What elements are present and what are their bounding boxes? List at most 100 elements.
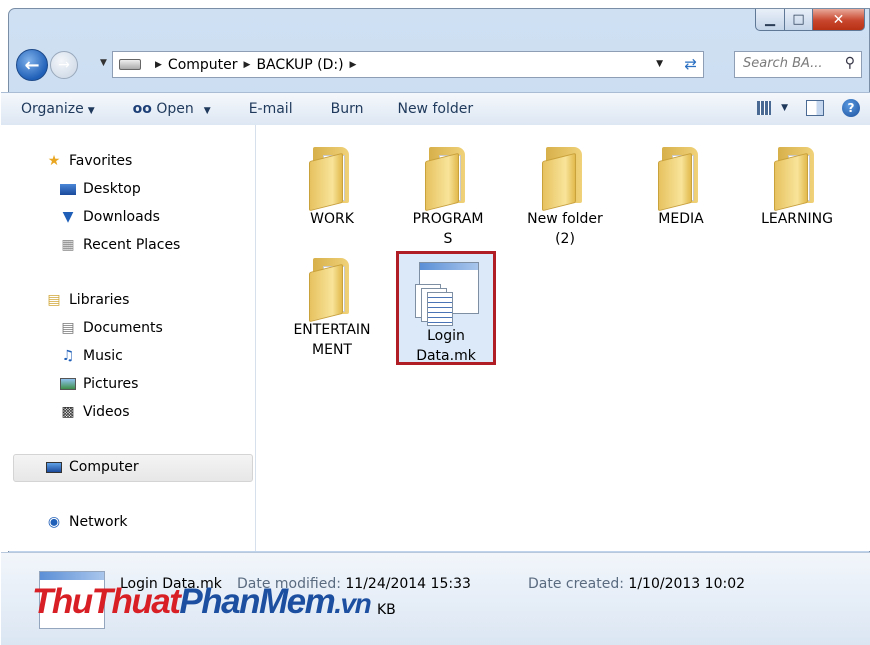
- open-icon: oo: [132, 101, 152, 117]
- nav-documents[interactable]: ▤ Documents: [59, 320, 162, 336]
- pictures-icon: [59, 376, 77, 392]
- recent-pages-dropdown-icon[interactable]: ▼: [100, 58, 107, 68]
- watermark-part2: PhanMem: [179, 582, 335, 621]
- star-icon: ★: [47, 153, 61, 169]
- address-bar[interactable]: ▶ Computer ▶ BACKUP (D:) ▶ ▼ ⇄: [112, 51, 704, 78]
- computer-icon: [45, 459, 63, 475]
- nav-computer-label: Computer: [69, 459, 139, 475]
- folder-work[interactable]: WORK: [282, 147, 382, 229]
- toolbar-right-group: ▼ ?: [757, 99, 860, 117]
- folder-label: LEARNING: [761, 211, 833, 227]
- navigation-bar: ← → ▼ ▶ Computer ▶ BACKUP (D:) ▶ ▼ ⇄ Sea…: [10, 46, 870, 84]
- nav-pictures-label: Pictures: [83, 376, 139, 392]
- navigation-pane: ★ Favorites Desktop ▼ Downloads ▦ Recent Pl…: [1, 125, 256, 551]
- nav-music[interactable]: ♫ Music: [59, 348, 123, 364]
- documents-icon: ▤: [61, 320, 75, 336]
- folder-label: (2): [555, 231, 575, 247]
- nav-recent-places[interactable]: ▦ Recent Places: [59, 237, 180, 253]
- burn-button[interactable]: Burn: [331, 101, 364, 117]
- window-controls: ▁ □ ✕: [755, 9, 865, 35]
- open-label: Open: [156, 101, 194, 117]
- folder-learning[interactable]: LEARNING: [747, 147, 847, 229]
- back-arrow-icon[interactable]: ←: [16, 49, 48, 81]
- nav-libraries[interactable]: ▤ Libraries: [45, 292, 129, 308]
- breadcrumb-separator-icon[interactable]: ▶: [155, 60, 162, 70]
- file-label: Login: [427, 328, 465, 344]
- application-file-icon: [415, 262, 479, 326]
- command-toolbar: Organize ▼ oo Open ▼ E-mail Burn New folde…: [1, 92, 870, 126]
- nav-network[interactable]: ◉ Network: [45, 514, 128, 530]
- details-date-created: Date created: 1/10/2013 10:02: [528, 576, 745, 592]
- nav-downloads[interactable]: ▼ Downloads: [59, 209, 160, 225]
- folder-icon: [309, 147, 355, 212]
- breadcrumb-separator-icon[interactable]: ▶: [350, 60, 357, 70]
- music-icon: ♫: [61, 348, 75, 364]
- chevron-down-icon: ▼: [87, 106, 95, 116]
- nav-videos-label: Videos: [83, 404, 130, 420]
- organize-button[interactable]: Organize ▼: [21, 101, 95, 117]
- minimize-button[interactable]: ▁: [755, 9, 785, 31]
- watermark-logo: ThuThuatPhanMem.vn: [32, 582, 372, 622]
- folder-label: New folder: [527, 211, 603, 227]
- folder-label: S: [443, 231, 453, 247]
- desktop-icon: [59, 181, 77, 197]
- folder-icon: [774, 147, 820, 212]
- libraries-icon: ▤: [47, 292, 61, 308]
- folder-icon: [425, 147, 471, 212]
- nav-favorites-label: Favorites: [69, 153, 133, 169]
- maximize-button[interactable]: □: [785, 9, 813, 31]
- file-list: WORK PROGRAM S New folder (2) MEDIA LEAR…: [256, 125, 870, 551]
- nav-favorites[interactable]: ★ Favorites: [45, 153, 133, 169]
- nav-network-label: Network: [69, 514, 128, 530]
- nav-libraries-label: Libraries: [69, 292, 130, 308]
- chevron-down-icon: ▼: [203, 106, 211, 116]
- date-created-label: Date created:: [528, 576, 624, 592]
- email-button[interactable]: E-mail: [249, 101, 293, 117]
- preview-pane-icon[interactable]: [806, 100, 824, 116]
- nav-desktop-label: Desktop: [83, 181, 141, 197]
- refresh-icon[interactable]: ⇄: [684, 55, 697, 73]
- selected-file-login-data[interactable]: Login Data.mk: [396, 251, 496, 365]
- nav-music-label: Music: [83, 348, 123, 364]
- folder-icon: [309, 258, 355, 323]
- folder-icon: [542, 147, 588, 212]
- folder-label: ENTERTAIN: [293, 322, 371, 338]
- nav-desktop[interactable]: Desktop: [59, 181, 141, 197]
- folder-label: MEDIA: [658, 211, 704, 227]
- nav-computer[interactable]: Computer: [45, 459, 139, 475]
- search-placeholder: Search BA...: [743, 56, 823, 71]
- file-label: Data.mk: [416, 348, 476, 364]
- folder-programs[interactable]: PROGRAM S: [398, 147, 498, 249]
- folder-new-folder-2[interactable]: New folder (2): [515, 147, 615, 249]
- folder-label: WORK: [310, 211, 354, 227]
- search-icon[interactable]: ⚲: [845, 55, 855, 71]
- watermark-part3: .vn: [334, 588, 371, 619]
- help-icon[interactable]: ?: [842, 99, 860, 117]
- search-input[interactable]: Search BA... ⚲: [734, 51, 862, 78]
- breadcrumb-separator-icon[interactable]: ▶: [244, 60, 251, 70]
- folder-media[interactable]: MEDIA: [631, 147, 731, 229]
- address-dropdown-icon[interactable]: ▼: [656, 59, 663, 69]
- network-icon: ◉: [47, 514, 61, 530]
- date-created-value: 1/10/2013 10:02: [628, 576, 746, 592]
- folder-label: PROGRAM: [412, 211, 484, 227]
- drive-icon: [119, 59, 141, 70]
- videos-icon: ▩: [61, 404, 75, 420]
- nav-pictures[interactable]: Pictures: [59, 376, 138, 392]
- nav-downloads-label: Downloads: [83, 209, 160, 225]
- folder-label: MENT: [312, 342, 352, 358]
- breadcrumb-backup-drive[interactable]: BACKUP (D:): [256, 57, 343, 73]
- details-size: KB: [377, 602, 396, 618]
- nav-videos[interactable]: ▩ Videos: [59, 404, 130, 420]
- change-view-icon[interactable]: [757, 101, 772, 115]
- folder-entertainment[interactable]: ENTERTAIN MENT: [282, 258, 382, 360]
- forward-arrow-icon[interactable]: →: [50, 51, 78, 79]
- chevron-down-icon[interactable]: ▼: [781, 103, 788, 113]
- downloads-icon: ▼: [62, 209, 74, 225]
- breadcrumb-computer[interactable]: Computer: [168, 57, 238, 73]
- new-folder-button[interactable]: New folder: [397, 101, 473, 117]
- folder-icon: [658, 147, 704, 212]
- recent-places-icon: ▦: [61, 237, 75, 253]
- open-button[interactable]: oo Open ▼: [133, 101, 211, 117]
- close-button[interactable]: ✕: [813, 9, 865, 31]
